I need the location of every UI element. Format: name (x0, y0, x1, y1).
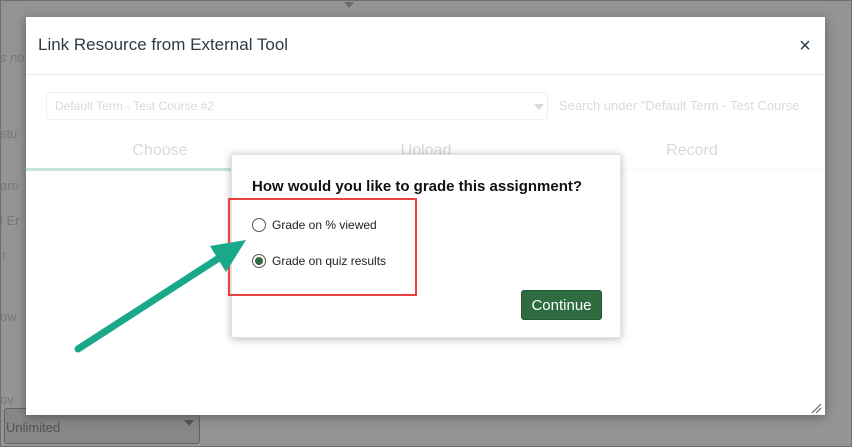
pointer-arrow (74, 240, 246, 353)
